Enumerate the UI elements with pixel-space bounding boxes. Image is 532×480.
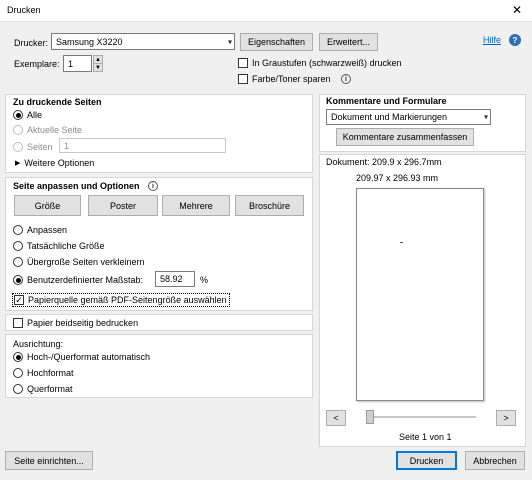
chevron-down-icon: ▾ <box>227 37 232 46</box>
scale-option-fit[interactable]: Anpassen <box>13 225 67 235</box>
chevron-down-icon: ▾ <box>483 112 488 122</box>
scale-fit-radio[interactable] <box>13 225 23 235</box>
info-icon[interactable]: i <box>148 181 158 191</box>
paper-source-label: Papierquelle gemäß PDF-Seitengröße auswä… <box>28 295 227 305</box>
close-icon[interactable]: ✕ <box>510 3 524 17</box>
printer-select-value: Samsung X3220 <box>56 36 123 47</box>
grayscale-label: In Graustufen (schwarzweiß) drucken <box>252 58 402 68</box>
orientation-landscape-radio[interactable] <box>13 384 23 394</box>
scale-fit-label: Anpassen <box>27 225 68 235</box>
scale-input[interactable]: 58.92 <box>155 271 195 287</box>
grayscale-checkbox[interactable] <box>238 58 248 68</box>
comments-title: Kommentare und Formulare <box>326 96 447 106</box>
page-slider-thumb[interactable] <box>366 410 374 424</box>
scale-option-custom[interactable]: Benutzerdefinierter Maßstab: <box>13 275 143 285</box>
orientation-option-auto[interactable]: Hoch-/Querformat automatisch <box>13 352 150 362</box>
scale-custom-radio[interactable] <box>13 275 23 285</box>
summarize-comments-button[interactable]: Kommentare zusammenfassen <box>336 128 474 146</box>
duplex-label: Papier beidseitig bedrucken <box>27 318 139 328</box>
orientation-auto-label: Hoch-/Querformat automatisch <box>27 352 151 362</box>
grayscale-option[interactable]: In Graustufen (schwarzweiß) drucken <box>238 58 402 68</box>
orientation-title: Ausrichtung: <box>13 339 64 349</box>
help-link[interactable]: Hilfe <box>483 35 501 45</box>
paper-source-option[interactable]: ✓ Papierquelle gemäß PDF-Seitengröße aus… <box>12 293 230 307</box>
pages-option-all[interactable]: Alle <box>13 110 42 120</box>
help-icon[interactable]: ? <box>509 34 521 46</box>
page-preview <box>356 188 484 401</box>
document-size: Dokument: 209.9 x 296.7mm <box>326 157 442 167</box>
scale-value: 58.92 <box>160 274 183 284</box>
comments-select-value: Dokument und Markierungen <box>331 112 448 122</box>
scale-option-actual[interactable]: Tatsächliche Größe <box>13 241 105 251</box>
printer-label: Drucker: <box>14 38 49 48</box>
stepper-down-icon[interactable]: ▼ <box>93 64 103 72</box>
copies-stepper[interactable]: ▲ ▼ <box>93 55 103 72</box>
scale-unit: % <box>200 275 209 285</box>
cancel-button[interactable]: Abbrechen <box>465 451 525 470</box>
save-ink-option[interactable]: Farbe/Toner sparen <box>238 74 331 84</box>
pages-current-radio[interactable] <box>13 125 23 135</box>
scale-shrink-radio[interactable] <box>13 257 23 267</box>
orientation-auto-radio[interactable] <box>13 352 23 362</box>
printer-select[interactable]: Samsung X3220 ▾ <box>51 33 235 50</box>
page-setup-button[interactable]: Seite einrichten... <box>5 451 93 470</box>
tab-size[interactable]: Größe <box>14 195 81 216</box>
duplex-option[interactable]: Papier beidseitig bedrucken <box>13 318 138 328</box>
pages-all-label: Alle <box>27 110 43 120</box>
orientation-portrait-label: Hochformat <box>27 368 74 378</box>
prev-page-button[interactable]: < <box>326 410 346 426</box>
stepper-up-icon[interactable]: ▲ <box>93 55 103 64</box>
orientation-option-portrait[interactable]: Hochformat <box>13 368 74 378</box>
orientation-option-landscape[interactable]: Querformat <box>13 384 73 394</box>
window-title: Drucken <box>7 5 41 15</box>
comments-select[interactable]: Dokument und Markierungen ▾ <box>326 109 491 125</box>
preview-content-mark <box>400 242 403 243</box>
scale-section-title: Seite anpassen und Optionen <box>13 181 140 191</box>
next-page-button[interactable]: > <box>496 410 516 426</box>
more-options-toggle[interactable]: ▶ Weitere Optionen <box>15 158 94 168</box>
paper-source-checkbox[interactable]: ✓ <box>14 295 24 305</box>
pages-range-radio[interactable] <box>13 142 23 152</box>
pages-all-radio[interactable] <box>13 110 23 120</box>
orientation-portrait-radio[interactable] <box>13 368 23 378</box>
pages-range-value: 1 <box>64 140 70 151</box>
copies-value: 1 <box>68 58 74 69</box>
pages-option-range[interactable]: Seiten <box>13 142 53 152</box>
print-button[interactable]: Drucken <box>396 451 457 470</box>
tab-booklet[interactable]: Broschüre <box>235 195 304 216</box>
advanced-button[interactable]: Erweitert... <box>319 33 378 51</box>
orientation-landscape-label: Querformat <box>27 384 73 394</box>
title-bar: Drucken ✕ <box>0 0 532 22</box>
info-icon[interactable]: i <box>341 74 351 84</box>
more-options-label: Weitere Optionen <box>24 158 95 168</box>
tab-poster[interactable]: Poster <box>88 195 158 216</box>
scale-custom-label: Benutzerdefinierter Maßstab: <box>27 275 144 285</box>
scale-actual-label: Tatsächliche Größe <box>27 241 105 251</box>
tab-multiple[interactable]: Mehrere <box>162 195 230 216</box>
page-slider-track[interactable] <box>366 416 476 418</box>
copies-input[interactable]: 1 <box>63 55 92 72</box>
scale-shrink-label: Übergroße Seiten verkleinern <box>27 257 145 267</box>
save-ink-label: Farbe/Toner sparen <box>252 74 331 84</box>
save-ink-checkbox[interactable] <box>238 74 248 84</box>
page-status: Seite 1 von 1 <box>399 432 452 442</box>
pages-section-title: Zu druckende Seiten <box>13 97 102 107</box>
expand-triangle-icon: ▶ <box>15 160 21 167</box>
duplex-checkbox[interactable] <box>13 318 23 328</box>
properties-button[interactable]: Eigenschaften <box>240 33 313 51</box>
copies-label: Exemplare: <box>14 59 60 69</box>
scale-option-shrink[interactable]: Übergroße Seiten verkleinern <box>13 257 145 267</box>
paper-size: 209.97 x 296.93 mm <box>356 173 439 183</box>
scale-actual-radio[interactable] <box>13 241 23 251</box>
pages-option-current[interactable]: Aktuelle Seite <box>13 125 82 135</box>
pages-range-input[interactable]: 1 <box>59 138 226 153</box>
pages-range-label: Seiten <box>27 142 53 152</box>
pages-current-label: Aktuelle Seite <box>27 125 83 135</box>
